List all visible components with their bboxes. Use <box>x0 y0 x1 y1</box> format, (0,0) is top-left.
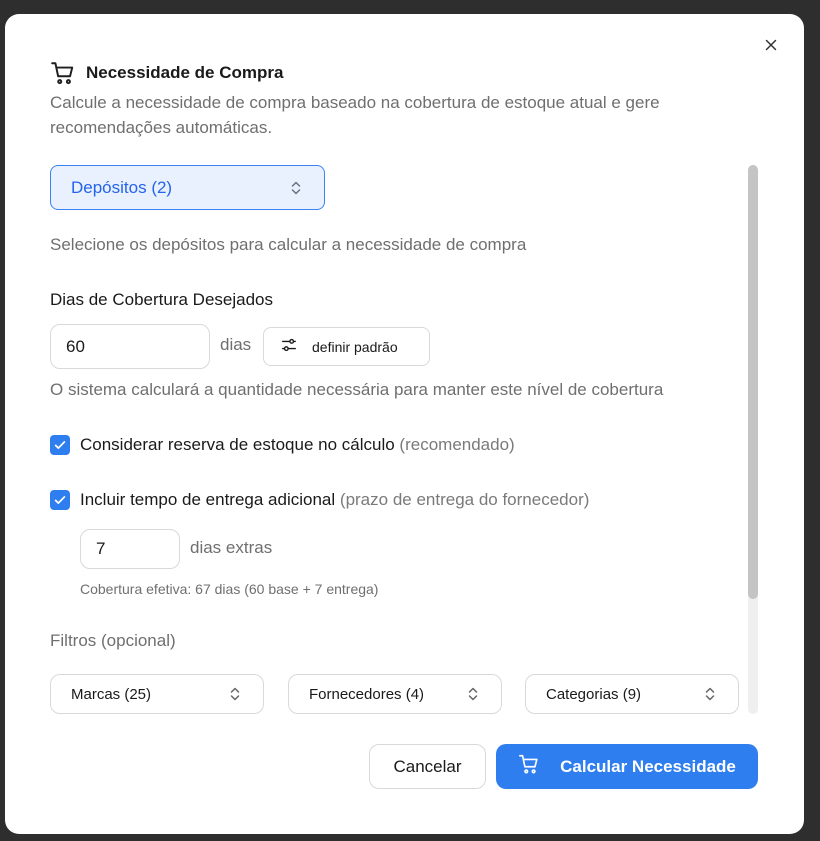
dialog-subtitle: Calcule a necessidade de compra baseado … <box>50 93 660 137</box>
calculate-label: Calcular Necessidade <box>560 756 736 776</box>
chevron-up-down-icon <box>465 686 481 702</box>
coverage-unit: dias <box>220 335 252 354</box>
reserve-checkbox[interactable] <box>50 435 70 455</box>
extra-days-unit: dias extras <box>190 538 273 557</box>
chevron-up-down-icon <box>288 180 304 196</box>
lead-time-option: Incluir tempo de entrega adicional (praz… <box>50 490 589 510</box>
dialog-header: Necessidade de Compra Calcule a necessid… <box>50 60 744 140</box>
filters-label: Filtros (opcional) <box>50 631 176 650</box>
brands-select[interactable]: Marcas (25) <box>50 674 264 714</box>
suppliers-select-label: Fornecedores (4) <box>309 685 425 703</box>
reserve-label: Considerar reserva de estoque no cálculo <box>80 435 395 454</box>
set-default-button[interactable]: definir padrão <box>263 327 430 366</box>
categories-select-label: Categorias (9) <box>546 685 642 703</box>
calculate-button[interactable]: Calcular Necessidade <box>496 744 758 789</box>
shopping-cart-icon <box>518 753 540 780</box>
extra-days-value: 7 <box>96 539 106 558</box>
coverage-help: O sistema calculará a quantidade necessá… <box>50 380 664 399</box>
lead-time-checkbox[interactable] <box>50 490 70 510</box>
coverage-days-input[interactable]: 60 <box>50 324 210 369</box>
coverage-days-value: 60 <box>66 336 85 356</box>
categories-select[interactable]: Categorias (9) <box>525 674 739 714</box>
dialog-title: Necessidade de Compra <box>86 63 284 82</box>
warehouses-select-label: Depósitos (2) <box>71 177 173 197</box>
sliders-icon <box>280 336 298 357</box>
dialog-body: Depósitos (2) Selecione os depósitos par… <box>50 164 750 714</box>
shopping-cart-icon <box>50 60 76 86</box>
lead-time-hint: (prazo de entrega do fornecedor) <box>339 490 590 509</box>
suppliers-select[interactable]: Fornecedores (4) <box>288 674 502 714</box>
dialog: Necessidade de Compra Calcule a necessid… <box>5 14 804 834</box>
set-default-label: definir padrão <box>312 338 398 355</box>
effective-coverage-note: Cobertura efetiva: 67 dias (60 base + 7 … <box>80 581 379 597</box>
cancel-button[interactable]: Cancelar <box>369 744 486 789</box>
reserve-hint: (recomendado) <box>399 435 515 454</box>
cancel-label: Cancelar <box>393 756 462 776</box>
close-icon[interactable] <box>762 36 780 54</box>
lead-time-label: Incluir tempo de entrega adicional <box>80 490 336 509</box>
brands-select-label: Marcas (25) <box>71 685 152 703</box>
warehouses-select[interactable]: Depósitos (2) <box>50 165 325 210</box>
reserve-option: Considerar reserva de estoque no cálculo… <box>50 435 515 455</box>
coverage-label: Dias de Cobertura Desejados <box>50 290 274 309</box>
chevron-up-down-icon <box>227 686 243 702</box>
warehouses-help: Selecione os depósitos para calcular a n… <box>50 235 527 254</box>
chevron-up-down-icon <box>702 686 718 702</box>
extra-days-input[interactable]: 7 <box>80 529 180 569</box>
